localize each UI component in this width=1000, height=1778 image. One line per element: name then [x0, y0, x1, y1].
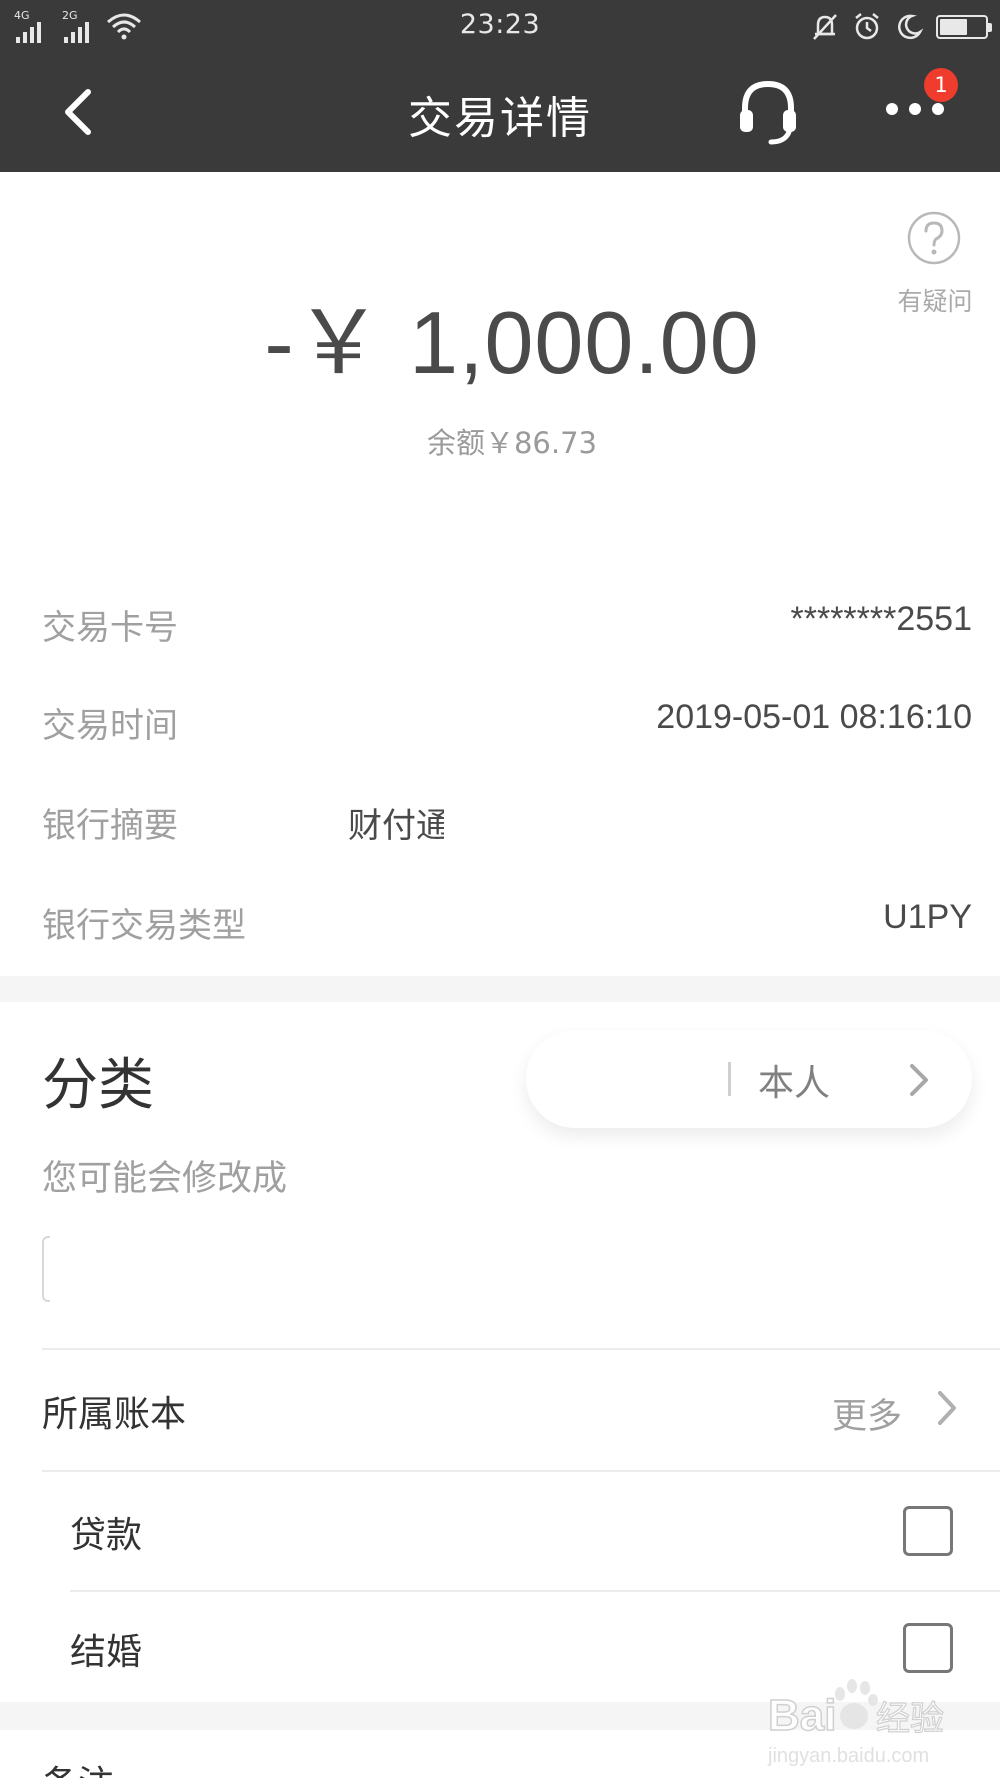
- chevron-right-icon[interactable]: [928, 1385, 964, 1431]
- transaction-type-value: U1PY: [883, 898, 972, 936]
- page-title: 交易详情: [408, 93, 592, 144]
- transaction-time-value: 2019-05-01 08:16:10: [656, 698, 972, 736]
- detail-row-transaction-type: 银行交易类型 U1PY: [42, 890, 972, 950]
- account-balance: 余额￥86.73: [426, 426, 598, 460]
- chevron-right-icon: [910, 1064, 928, 1096]
- bank-summary-value: 财付通: [348, 806, 444, 846]
- transaction-amount: -￥ 1,000.00: [264, 293, 760, 392]
- divider-line: [42, 1470, 1000, 1472]
- card-number-value: ********2551: [790, 600, 973, 638]
- ledger-item-label: 贷款: [70, 1515, 143, 1556]
- pill-divider: [728, 1062, 731, 1096]
- detail-row-time: 交易时间 2019-05-01 08:16:10: [42, 690, 972, 750]
- divider-line: [42, 1348, 1000, 1350]
- category-value: 本人: [758, 1063, 831, 1104]
- ledger-item-label: 结婚: [70, 1632, 143, 1673]
- bell-muted-icon: [813, 14, 837, 40]
- question-icon[interactable]: [906, 210, 962, 266]
- status-bar: 4G 2G 23:23: [0, 0, 1000, 52]
- detail-label: 银行交易类型: [42, 906, 246, 946]
- detail-row-bank-summary: 银行摘要 财付通: [42, 790, 972, 850]
- ledger-checkbox[interactable]: [903, 1506, 953, 1556]
- nav-bar: 交易详情 1: [0, 52, 1000, 172]
- svg-text:jingyan.baidu.com: jingyan.baidu.com: [767, 1745, 929, 1767]
- status-icons: [810, 12, 992, 42]
- headset-icon[interactable]: [735, 76, 801, 148]
- ledger-item-loan[interactable]: 贷款: [70, 1488, 970, 1568]
- category-title: 分类: [42, 1053, 154, 1118]
- detail-label: 银行摘要: [42, 806, 178, 846]
- moon-icon: [898, 14, 924, 40]
- remark-label: 备注: [42, 1755, 114, 1778]
- detail-label: 交易时间: [42, 706, 178, 746]
- detail-row-card-number: 交易卡号 ********2551: [42, 592, 972, 652]
- notification-badge: 1: [924, 68, 958, 102]
- svg-text:经验: 经验: [876, 1699, 944, 1739]
- ledger-title: 所属账本: [42, 1394, 187, 1435]
- ledger-more-link[interactable]: 更多: [832, 1388, 902, 1439]
- alarm-icon: [855, 13, 879, 40]
- category-selector[interactable]: 本人: [526, 1030, 972, 1128]
- suggestion-chip-edge[interactable]: [42, 1236, 50, 1302]
- battery-icon: [936, 15, 992, 39]
- svg-text:Bai: Bai: [768, 1691, 836, 1740]
- detail-label: 交易卡号: [42, 608, 178, 648]
- divider-line: [70, 1590, 1000, 1592]
- ledger-checkbox[interactable]: [903, 1623, 953, 1673]
- section-divider: [0, 976, 1000, 1002]
- suggestion-label: 您可能会修改成: [42, 1159, 288, 1199]
- baidu-jingyan-watermark-logo: Bai 经验 jingyan.baidu.com: [767, 1679, 945, 1767]
- transaction-detail-page: 4G 2G 23:23 交易详情 1 有疑问 -￥ 1,000.00 余额￥86…: [0, 0, 1000, 1778]
